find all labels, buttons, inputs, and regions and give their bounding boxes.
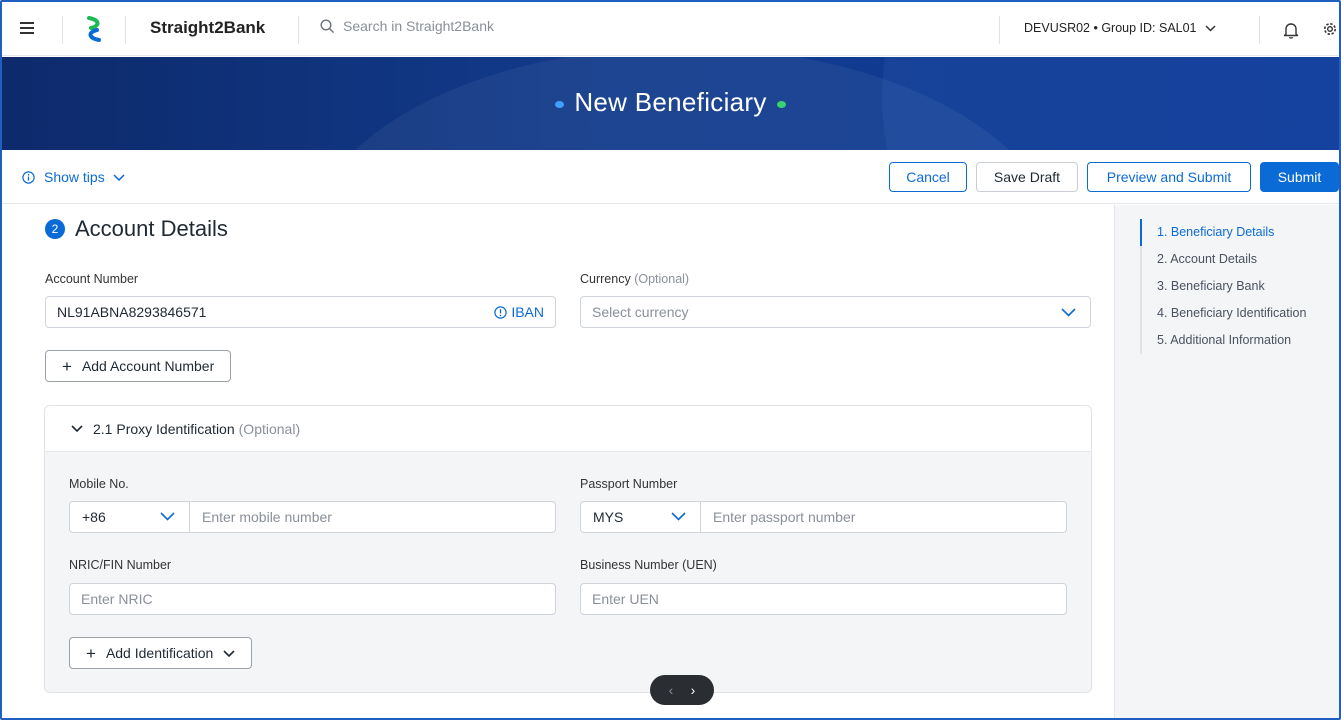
info-icon: [22, 170, 35, 184]
top-bar: Straight2Bank DEVUSR02 • Group ID: SAL01: [2, 2, 1339, 56]
chevron-down-icon: [160, 512, 175, 521]
currency-select-input[interactable]: [592, 304, 1079, 320]
gear-icon[interactable]: [1321, 20, 1339, 38]
step-additional-information[interactable]: 5. Additional Information: [1157, 327, 1306, 354]
nric-input[interactable]: [81, 591, 544, 607]
search-icon: [320, 18, 335, 33]
plus-icon: +: [62, 356, 72, 376]
step-account-details[interactable]: 2. Account Details: [1157, 246, 1306, 273]
passport-label: Passport Number: [580, 477, 678, 491]
chevron-down-icon: [113, 173, 125, 181]
scroll-left-button[interactable]: ‹: [669, 682, 674, 698]
nric-field: [69, 583, 556, 615]
account-number-value: NL91ABNA8293846571: [57, 304, 207, 320]
mobile-number-field: +86: [69, 501, 556, 533]
show-tips-toggle[interactable]: Show tips: [22, 169, 125, 185]
section-heading: 2 Account Details: [45, 216, 228, 242]
form-content: 2 Account Details Account Number NL91ABN…: [2, 205, 1114, 718]
step-navigation-panel: 1. Beneficiary Details 2. Account Detail…: [1114, 205, 1339, 718]
divider: [298, 16, 299, 44]
section-title: Account Details: [75, 216, 228, 241]
page-title: New Beneficiary: [2, 87, 1339, 118]
proxy-identification-panel: 2.1 Proxy Identification (Optional) Mobi…: [44, 405, 1092, 693]
divider: [62, 16, 63, 44]
bank-logo-icon: [87, 16, 101, 42]
chevron-down-icon: [671, 512, 686, 521]
save-draft-button[interactable]: Save Draft: [976, 162, 1078, 192]
page-title-text: New Beneficiary: [574, 87, 767, 117]
chevron-down-icon: [1061, 308, 1076, 317]
mobile-number-input[interactable]: [202, 509, 544, 525]
submit-button[interactable]: Submit: [1260, 162, 1339, 192]
optional-tag: (Optional): [634, 272, 690, 286]
iban-indicator[interactable]: IBAN: [494, 304, 544, 320]
divider: [1259, 16, 1260, 44]
cancel-button[interactable]: Cancel: [889, 162, 967, 192]
search-bar: [320, 18, 643, 34]
user-group-label: DEVUSR02 • Group ID: SAL01: [1024, 21, 1197, 35]
app-window: Straight2Bank DEVUSR02 • Group ID: SAL01: [0, 0, 1341, 720]
uen-label: Business Number (UEN): [580, 558, 717, 572]
chevron-down-icon: [1204, 24, 1216, 32]
proxy-identification-title: 2.1 Proxy Identification: [93, 420, 235, 437]
info-icon: [494, 305, 508, 319]
currency-label-text: Currency: [580, 272, 631, 286]
green-dot-icon: [776, 100, 786, 108]
stepper: 1. Beneficiary Details 2. Account Detail…: [1140, 219, 1306, 354]
passport-number-input[interactable]: [713, 509, 1055, 525]
step-beneficiary-bank[interactable]: 3. Beneficiary Bank: [1157, 273, 1306, 300]
uen-input[interactable]: [592, 591, 1055, 607]
currency-select[interactable]: [580, 296, 1091, 328]
chevron-down-icon: [71, 425, 83, 432]
passport-number-field: MYS: [580, 501, 1067, 533]
divider: [125, 16, 126, 44]
uen-field: [580, 583, 1067, 615]
add-account-number-label: Add Account Number: [81, 358, 215, 374]
divider: [999, 16, 1000, 44]
active-step-indicator: [1140, 219, 1142, 246]
step-beneficiary-identification[interactable]: 4. Beneficiary Identification: [1157, 300, 1306, 327]
bell-icon[interactable]: [1283, 21, 1299, 39]
proxy-identification-toggle[interactable]: 2.1 Proxy Identification (Optional): [45, 406, 1091, 452]
show-tips-label: Show tips: [44, 169, 105, 185]
add-identification-label: Add Identification: [105, 645, 214, 661]
action-bar: Show tips Cancel Save Draft Preview and …: [2, 150, 1339, 204]
account-number-label: Account Number: [45, 272, 139, 286]
user-group-menu[interactable]: DEVUSR02 • Group ID: SAL01: [1024, 21, 1216, 35]
scroll-right-button[interactable]: ›: [691, 682, 696, 698]
brand-name: Straight2Bank: [150, 18, 266, 37]
horizontal-scroller: ‹ ›: [650, 675, 714, 705]
add-identification-button[interactable]: + Add Identification: [69, 637, 253, 669]
nric-label: NRIC/FIN Number: [69, 558, 172, 572]
hamburger-menu-icon[interactable]: [20, 22, 34, 34]
chevron-down-icon: [223, 649, 235, 657]
section-number-badge: 2: [45, 219, 65, 239]
optional-tag: (Optional): [238, 420, 301, 437]
passport-country-select[interactable]: MYS: [581, 502, 701, 532]
plus-icon: +: [86, 643, 96, 663]
iban-label: IBAN: [511, 304, 544, 320]
page-banner: New Beneficiary: [2, 57, 1339, 150]
passport-country-value: MYS: [593, 509, 624, 525]
account-number-field[interactable]: NL91ABNA8293846571 IBAN: [45, 296, 556, 328]
search-input[interactable]: [343, 18, 643, 34]
dial-code-value: +86: [82, 509, 106, 525]
add-account-number-button[interactable]: + Add Account Number: [45, 350, 232, 382]
currency-label: Currency (Optional): [580, 272, 689, 286]
preview-submit-button[interactable]: Preview and Submit: [1087, 162, 1251, 192]
step-beneficiary-details[interactable]: 1. Beneficiary Details: [1157, 219, 1306, 246]
mobile-label: Mobile No.: [69, 477, 129, 491]
blue-dot-icon: [555, 100, 565, 108]
dial-code-select[interactable]: +86: [70, 502, 190, 532]
